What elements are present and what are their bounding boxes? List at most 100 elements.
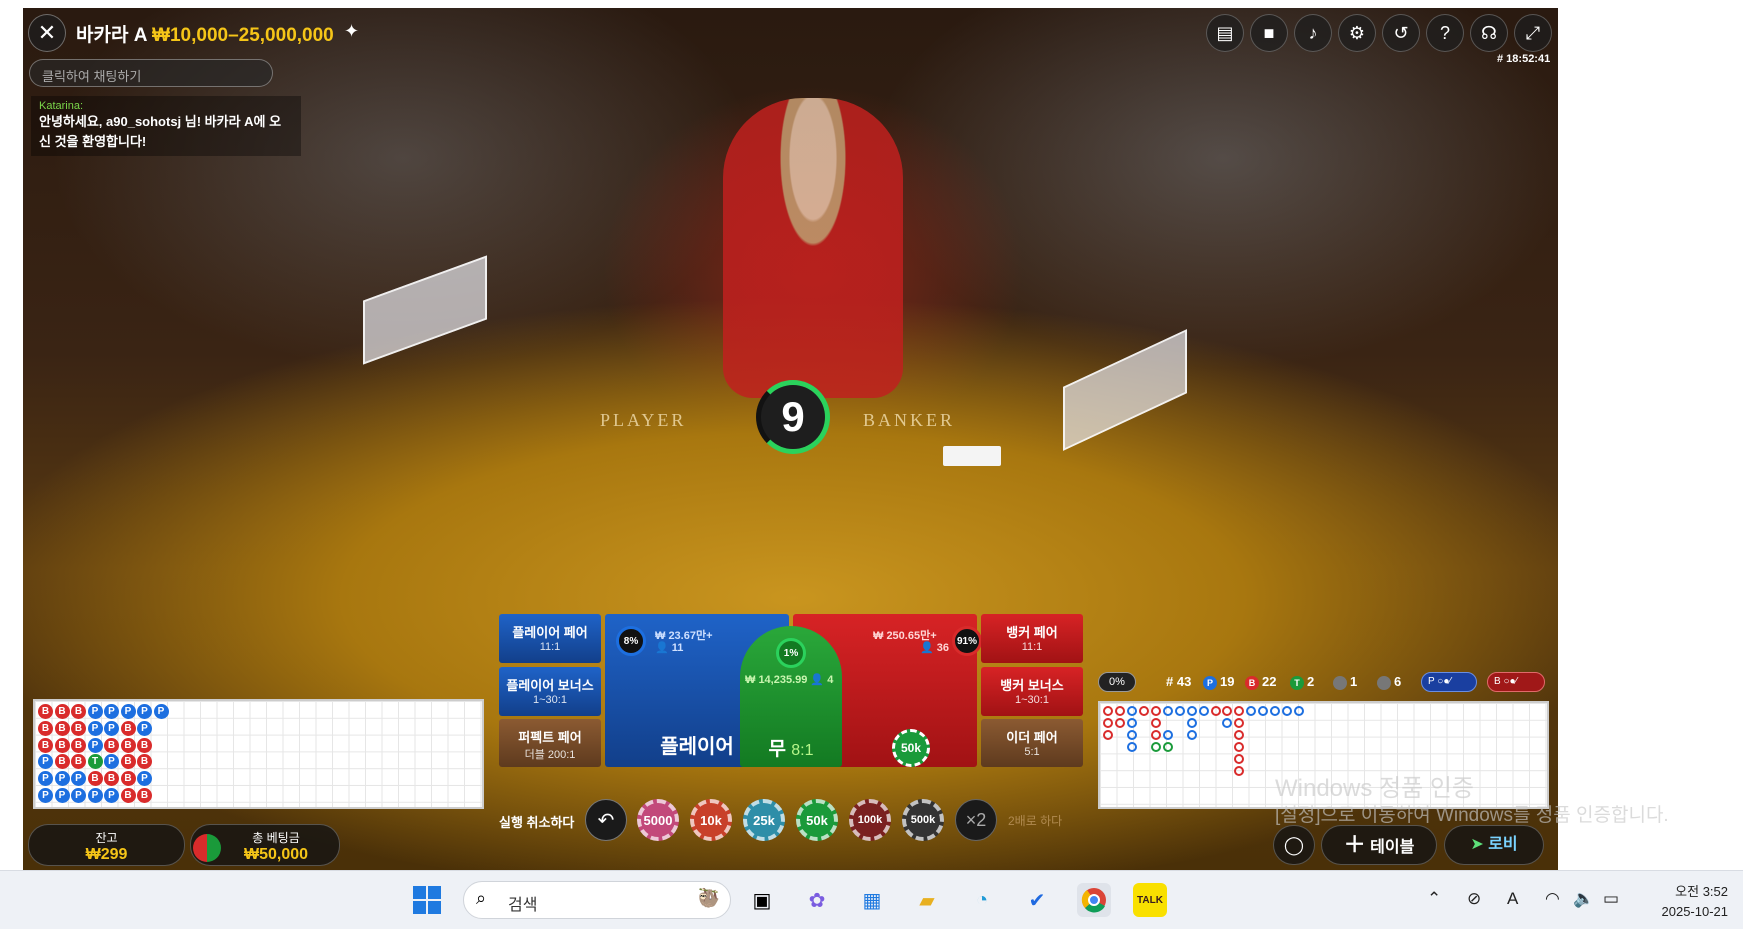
store-icon[interactable]: ▦ <box>855 883 889 917</box>
copilot-icon[interactable]: ✿ <box>800 883 834 917</box>
battery-icon[interactable]: ▭ <box>1603 889 1619 909</box>
chat-bubble-icon: ◯ <box>1283 835 1305 855</box>
edge-icon[interactable]: ◔ <box>965 883 999 917</box>
banker-bonus-odds: 1~30:1 <box>1015 694 1049 706</box>
ime-indicator[interactable]: A <box>1507 889 1518 909</box>
table-button[interactable]: ＋ 테이블 <box>1321 825 1437 865</box>
player-bonus-odds: 1~30:1 <box>533 694 567 706</box>
bead-B: B <box>54 754 70 770</box>
taskbar-date: 2025-10-21 <box>1661 904 1729 919</box>
banker-predict-button[interactable]: B ○●⁄ <box>1487 672 1545 692</box>
tray-chevron-icon[interactable]: ⌃ <box>1427 889 1441 909</box>
bead-B: B <box>38 704 53 719</box>
search-icon: ⌕ <box>476 888 487 908</box>
bead-P: P <box>153 704 169 719</box>
bead-B: B <box>120 737 136 753</box>
windows-taskbar: ⌕ 검색 🦥 ▣ ✿ ▦ ▰ ◔ ✔ TALK ⌃ ⊘ A ◠ 🔈 ▭ 오전 3… <box>0 870 1743 929</box>
player-dot-icon: P <box>1203 675 1217 690</box>
tie-odds: 8:1 <box>791 742 814 759</box>
table-title: 바카라 A ₩10,000–25,000,000 <box>76 20 334 47</box>
banker-pair-bet[interactable]: 뱅커 페어 11:1 <box>981 614 1083 663</box>
bead-P: P <box>38 788 53 803</box>
dealer <box>723 98 903 398</box>
bead-P: P <box>54 788 70 803</box>
double-label: 2배로 하다 <box>1008 814 1063 828</box>
banker-bonus-label: 뱅커 보너스 <box>1000 678 1064 693</box>
network-off-icon[interactable]: ⊘ <box>1467 889 1481 909</box>
lobby-button[interactable]: ➤ 로비 <box>1444 825 1544 865</box>
player-predict-button[interactable]: P ○●⁄ <box>1421 672 1477 692</box>
double-button[interactable]: ×2 <box>955 799 997 841</box>
card-shoe-right <box>1063 329 1187 451</box>
taskbar-search[interactable]: ⌕ 검색 🦥 <box>463 881 731 919</box>
bead-B: B <box>104 771 119 787</box>
player-bonus-label: 플레이어 보너스 <box>506 678 594 693</box>
bead-B: B <box>120 754 136 770</box>
pin-icon[interactable]: ✦ <box>344 21 359 42</box>
taskbar-clock[interactable]: 오전 3:52 2025-10-21 <box>1648 881 1729 919</box>
bead-P: P <box>104 704 119 719</box>
bead-road[interactable]: BBBPPPPPBBBPPBPBBBPBBBPBBTPBBPPPBBBPPPPP… <box>33 699 484 809</box>
help-icon[interactable]: ? <box>1426 14 1464 52</box>
chat-bubble-button[interactable]: ◯ <box>1273 825 1315 865</box>
chat-username: Katarina: <box>39 100 84 112</box>
bead-P: P <box>71 771 86 787</box>
kakaotalk-icon[interactable]: TALK <box>1133 883 1167 917</box>
bead-B: B <box>120 720 136 736</box>
bead-P: P <box>104 788 119 803</box>
file-explorer-icon[interactable]: ▰ <box>910 883 944 917</box>
bead-B: B <box>120 788 136 803</box>
chip-10k[interactable]: 10k <box>690 799 732 841</box>
settings-icon[interactable]: ⚙ <box>1338 14 1376 52</box>
countdown-timer: 9 <box>756 380 830 454</box>
bead-B: B <box>54 720 70 736</box>
placed-chip: 50k <box>892 729 930 767</box>
todo-icon[interactable]: ✔ <box>1020 883 1054 917</box>
wifi-icon[interactable]: ◠ <box>1545 889 1560 909</box>
video-icon[interactable]: ■ <box>1250 14 1288 52</box>
tie-label: 무 <box>768 739 786 760</box>
fullscreen-icon[interactable]: ⤢ <box>1514 14 1552 52</box>
perfect-pair-bet[interactable]: 퍼펙트 페어 더블 200:1 <box>499 719 601 767</box>
chip-50k[interactable]: 50k <box>796 799 838 841</box>
bead-P: P <box>38 754 53 770</box>
chat-input[interactable]: 클릭하여 채팅하기 <box>29 59 273 87</box>
windows-start-icon[interactable] <box>410 883 444 917</box>
chip-100k[interactable]: 100k <box>849 799 891 841</box>
volume-icon[interactable]: 🔈 <box>1573 889 1594 909</box>
bead-P: P <box>137 720 152 736</box>
undo-icon: ↶ <box>597 809 615 832</box>
balance-value: ₩299 <box>85 846 128 863</box>
progress-percent: 0% <box>1098 672 1136 692</box>
bead-P: P <box>137 704 152 719</box>
player-bonus-bet[interactable]: 플레이어 보너스 1~30:1 <box>499 667 601 716</box>
banker-dot-icon: B <box>1245 675 1259 690</box>
bead-P: P <box>104 754 119 770</box>
player-pair-bet[interactable]: 플레이어 페어 11:1 <box>499 614 601 663</box>
support-icon[interactable]: ☊ <box>1470 14 1508 52</box>
sound-icon[interactable]: ♪ <box>1294 14 1332 52</box>
player-percent: 8% <box>616 626 646 656</box>
chip-5000[interactable]: 5000 <box>637 799 679 841</box>
bead-P: P <box>87 720 103 736</box>
banker-bonus-bet[interactable]: 뱅커 보너스 1~30:1 <box>981 667 1083 716</box>
player-pair-label: 플레이어 페어 <box>512 625 588 640</box>
banker-wins-stat: B 22 <box>1245 674 1276 690</box>
close-button[interactable]: ✕ <box>28 14 66 52</box>
bead-B: B <box>38 720 53 736</box>
undo-button[interactable]: ↶ <box>585 799 627 841</box>
tie-percent: 1% <box>776 638 806 668</box>
chrome-icon[interactable] <box>1077 883 1111 917</box>
history-icon[interactable]: ↺ <box>1382 14 1420 52</box>
banker-pair-stat: 6 <box>1377 674 1401 690</box>
player-pair-stat: 1 <box>1333 674 1357 690</box>
either-pair-bet[interactable]: 이더 페어 5:1 <box>981 719 1083 767</box>
chat-text: 안녕하세요, a90_sohotsj 님! 바카라 A에 오신 것을 환영합니다… <box>39 114 282 149</box>
round-number: # 43 <box>1166 674 1192 689</box>
undo-label: 실행 취소하다 <box>499 815 575 830</box>
chat-toggle-icon[interactable]: ▤ <box>1206 14 1244 52</box>
chip-500k[interactable]: 500k <box>902 799 944 841</box>
chip-25k[interactable]: 25k <box>743 799 785 841</box>
task-view-icon[interactable]: ▣ <box>745 883 779 917</box>
banker-count: 36 <box>936 642 950 654</box>
